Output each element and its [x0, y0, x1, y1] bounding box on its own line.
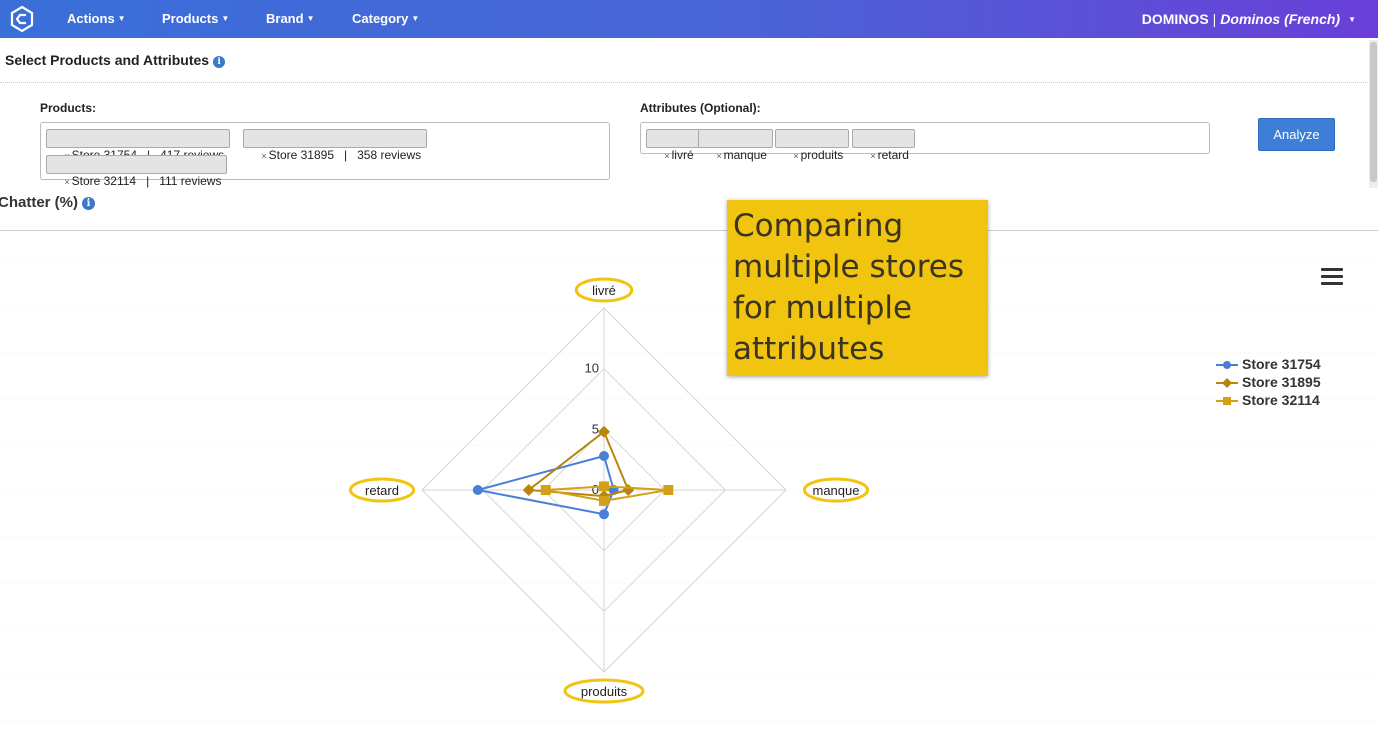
- radial-tick-label: 10: [585, 361, 599, 376]
- attributes-label: Attributes (Optional):: [640, 101, 761, 115]
- attribute-tag[interactable]: × produits: [775, 129, 850, 162]
- radial-tick-label: 5: [592, 421, 599, 436]
- remove-tag-icon[interactable]: ×: [261, 151, 266, 161]
- attribute-tag-label: retard: [877, 148, 909, 162]
- caret-down-icon: ▼: [117, 14, 126, 23]
- attribute-tag-label: produits: [800, 148, 844, 162]
- chart-title-text: Chatter (%): [0, 194, 79, 211]
- caret-down-icon: ▼: [221, 14, 230, 23]
- caret-down-icon: ▼: [411, 14, 420, 23]
- nav-brand-menu[interactable]: Brand ▼: [266, 0, 314, 38]
- scrollbar[interactable]: [1369, 40, 1378, 188]
- data-point: [599, 495, 609, 506]
- legend-label: Store 32114: [1242, 392, 1320, 408]
- legend-item-store-31895[interactable]: Store 31895: [1216, 373, 1321, 391]
- axis-label: livré: [592, 283, 616, 298]
- product-tag[interactable]: ×Store 31754 | 417 reviews: [46, 129, 231, 162]
- data-point: [599, 509, 609, 520]
- scrollbar-thumb[interactable]: [1370, 42, 1377, 182]
- account-brand: DOMINOS: [1141, 11, 1209, 27]
- legend-marker-circle: [1216, 361, 1238, 369]
- axis-label: manque: [813, 483, 860, 498]
- account-menu[interactable]: DOMINOS | Dominos (French) ▼: [1142, 0, 1356, 38]
- legend-item-store-31754[interactable]: Store 31754: [1216, 355, 1321, 373]
- annotation-callout: Comparing multiple stores for multiple a…: [727, 200, 988, 376]
- nav-actions-label: Actions: [67, 11, 115, 26]
- analyze-button[interactable]: Analyze: [1258, 118, 1335, 151]
- chart-title: Chatter (%) i: [0, 194, 96, 211]
- divider: [0, 82, 1370, 83]
- remove-tag-icon[interactable]: ×: [793, 151, 798, 161]
- nav-products-menu[interactable]: Products ▼: [162, 0, 229, 38]
- data-point: [663, 485, 674, 495]
- nav-actions-menu[interactable]: Actions ▼: [67, 0, 126, 38]
- data-point: [599, 481, 609, 492]
- data-point: [472, 485, 483, 495]
- data-point: [622, 484, 635, 496]
- account-separator: |: [1212, 11, 1217, 27]
- radar-chart: 0510livrémanqueproduitsretard: [0, 260, 1378, 722]
- axis-label: produits: [581, 684, 628, 699]
- remove-tag-icon[interactable]: ×: [64, 177, 69, 187]
- info-icon[interactable]: i: [213, 56, 226, 68]
- nav-brand-label: Brand: [266, 11, 304, 26]
- section-title-text: Select Products and Attributes: [5, 52, 210, 68]
- remove-tag-icon[interactable]: ×: [716, 151, 721, 161]
- chart-legend: Store 31754 Store 31895 Store 32114: [1216, 355, 1321, 409]
- caret-down-icon: ▼: [1348, 15, 1356, 24]
- caret-down-icon: ▼: [306, 14, 315, 23]
- attribute-tag[interactable]: × manque: [698, 129, 773, 162]
- remove-tag-icon[interactable]: ×: [870, 151, 875, 161]
- legend-marker-square: [1216, 397, 1238, 405]
- products-label: Products:: [40, 101, 97, 115]
- axis-label: retard: [365, 483, 399, 498]
- attribute-tag-label: livré: [671, 148, 694, 162]
- nav-category-label: Category: [352, 11, 409, 26]
- nav-products-label: Products: [162, 11, 219, 26]
- chart-menu-icon[interactable]: [1321, 268, 1343, 286]
- app-logo-icon[interactable]: [8, 5, 36, 33]
- product-tag[interactable]: × Store 31895 | 358 reviews: [243, 129, 428, 162]
- account-language: Dominos (French): [1220, 11, 1341, 27]
- legend-label: Store 31754: [1242, 356, 1321, 372]
- remove-tag-icon[interactable]: ×: [664, 151, 669, 161]
- data-point: [540, 485, 551, 495]
- data-point: [599, 451, 609, 462]
- legend-label: Store 31895: [1242, 374, 1321, 390]
- section-title: Select Products and Attributes i: [5, 52, 226, 68]
- info-icon[interactable]: i: [82, 197, 96, 210]
- products-select[interactable]: ×Store 31754 | 417 reviews ×Store 31895 …: [40, 122, 610, 188]
- attribute-tag[interactable]: × retard: [852, 129, 915, 162]
- legend-marker-diamond: [1216, 378, 1238, 388]
- product-tag-label: Store 31895 | 358 reviews: [268, 148, 422, 162]
- attributes-select[interactable]: × livré × manque × produits × retard: [640, 122, 1210, 162]
- legend-item-store-32114[interactable]: Store 32114: [1216, 391, 1321, 409]
- attribute-tag-label: manque: [723, 148, 767, 162]
- product-tag-label: Store 32114 | 111 reviews: [71, 174, 222, 188]
- top-navbar: Actions ▼ Products ▼ Brand ▼ Category ▼ DOMI…: [0, 0, 1378, 38]
- nav-category-menu[interactable]: Category ▼: [352, 0, 419, 38]
- attribute-tag[interactable]: × livré: [646, 129, 700, 162]
- product-tag[interactable]: × Store 32114 | 111 reviews: [46, 155, 228, 188]
